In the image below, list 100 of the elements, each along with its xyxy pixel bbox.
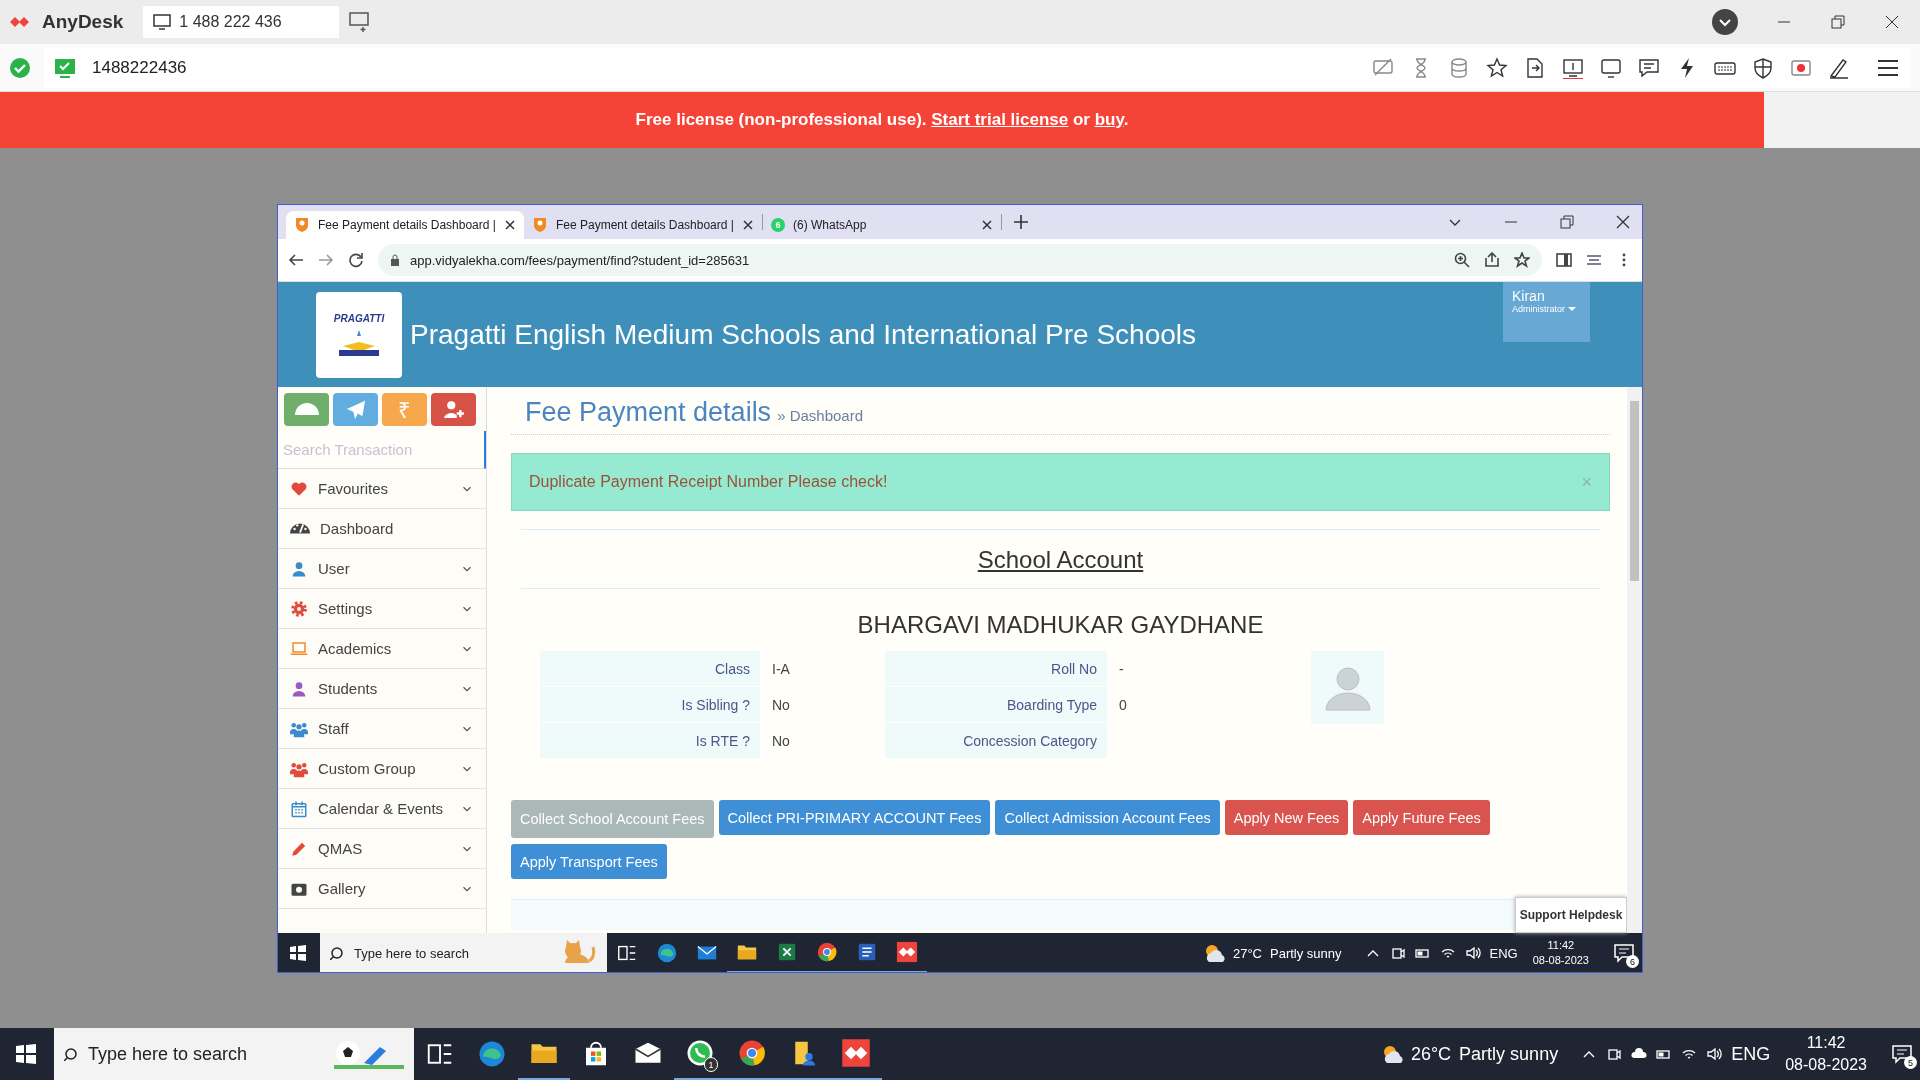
taskbar-search-field[interactable]: Type here to search [320, 933, 607, 972]
license-link[interactable]: Start trial license [931, 110, 1069, 129]
browser-tab[interactable]: Fee Payment details Dashboard | [524, 211, 762, 239]
close-icon[interactable] [1884, 14, 1900, 30]
scrollbar-thumb[interactable] [1630, 401, 1639, 581]
menu-item[interactable]: Gallery [278, 869, 486, 909]
license-notice: Free license (non-professional use). Start trial license or buy. [635, 110, 1129, 130]
session-tab[interactable]: 1 488 222 436 [143, 6, 340, 38]
field-value: - [1118, 659, 1125, 679]
side-panel-icon[interactable] [1556, 252, 1572, 268]
dashboard-button[interactable] [284, 392, 329, 426]
menu-item[interactable]: Favourites [278, 469, 486, 509]
screen-select-icon[interactable] [1562, 56, 1584, 79]
temperature: 26°C [1410, 1043, 1452, 1065]
taskbar-search-field[interactable]: Type here to search [54, 1028, 414, 1080]
browser-tab[interactable]: Fee Payment details Dashboard | [286, 211, 524, 239]
calendar-icon [290, 799, 308, 818]
field-value: No [771, 695, 791, 715]
menu-item[interactable]: Calendar & Events [278, 789, 486, 829]
back-icon[interactable] [288, 252, 304, 268]
menu-item[interactable]: User [278, 549, 486, 589]
clock-date: 08-08-2023 [1785, 1055, 1867, 1075]
remote-monitor-icon [54, 57, 76, 78]
breadcrumb-link[interactable]: » Dashboard [777, 407, 864, 424]
gauge-icon [294, 403, 319, 415]
dashboard-gauge-icon [290, 523, 310, 534]
close-icon[interactable] [742, 219, 754, 231]
clock-date: 08-08-2023 [1532, 953, 1589, 968]
fee-button[interactable]: Apply New Fees [1224, 800, 1349, 835]
shield-logo-icon [532, 217, 548, 233]
notification-count: 5 [1904, 1056, 1917, 1069]
menu-item[interactable]: Custom Group [278, 749, 486, 789]
add-user-icon [442, 399, 465, 419]
language-indicator[interactable]: ENG [1731, 1043, 1771, 1065]
speaker-icon[interactable] [1706, 1046, 1723, 1062]
star-icon[interactable] [1486, 56, 1508, 79]
extension-icon[interactable] [1586, 252, 1602, 268]
field-label: Is Sibling ? [540, 687, 760, 722]
support-helpdesk-button[interactable]: Support Helpdesk [1515, 897, 1627, 933]
menu-item[interactable]: Staff [278, 709, 486, 749]
document-icon [856, 941, 878, 963]
database-icon[interactable] [1448, 56, 1470, 79]
browser-tab[interactable]: 6 (6) WhatsApp [763, 211, 1001, 239]
school-name: Pragatti English Medium Schools and International Pre Schools [410, 318, 1196, 351]
alert-message: Duplicate Payment Receipt Number Please check! [529, 473, 888, 491]
file-transfer-icon[interactable] [1524, 56, 1546, 79]
share-icon[interactable] [1484, 252, 1500, 268]
chat-icon[interactable] [1638, 56, 1660, 79]
search-icon [330, 946, 344, 960]
reload-icon[interactable] [348, 252, 364, 268]
speaker-icon[interactable] [1464, 945, 1481, 961]
whatsapp-badge: 6 [771, 218, 785, 232]
forward-icon[interactable] [318, 252, 334, 268]
temperature: 27°C [1232, 945, 1262, 961]
meet-now-icon[interactable] [1606, 1046, 1623, 1062]
laptop-icon [290, 639, 308, 658]
zoom-icon[interactable] [1454, 252, 1470, 268]
pen-icon[interactable] [1828, 56, 1850, 79]
restore-icon[interactable] [1560, 215, 1574, 229]
menu-item[interactable]: Students [278, 669, 486, 709]
close-icon[interactable] [504, 219, 516, 231]
add-user-button[interactable] [431, 392, 476, 426]
menu-item[interactable]: Settings [278, 589, 486, 629]
shield-logo-icon [294, 217, 310, 233]
monitor-icon[interactable] [1600, 56, 1622, 79]
shield-icon[interactable] [1752, 56, 1774, 79]
spreadsheet-icon [776, 941, 798, 963]
student-name: BHARGAVI MADHUKAR GAYDHANE [856, 610, 1265, 640]
field-label: Concession Category [885, 723, 1107, 758]
remote-desktop-icon [841, 1038, 871, 1068]
clock-time: 11:42 [1806, 1033, 1846, 1054]
field-value: No [771, 731, 791, 751]
fee-button[interactable]: Apply Future Fees [1353, 800, 1490, 835]
license-link[interactable]: buy [1094, 110, 1124, 129]
user-icon [290, 559, 308, 578]
menu-item[interactable]: Academics [278, 629, 486, 669]
account-title: School Account [977, 546, 1144, 573]
field-value: I-A [771, 659, 791, 679]
restore-icon[interactable] [1830, 14, 1846, 30]
windows-start-icon[interactable] [290, 945, 306, 961]
menu-item[interactable]: Dashboard [278, 509, 486, 549]
close-icon[interactable] [1616, 215, 1630, 229]
notification-icon[interactable] [1892, 1044, 1912, 1064]
language-indicator[interactable]: ENG [1489, 945, 1518, 961]
new-tab-icon[interactable] [1014, 215, 1028, 229]
menu-item[interactable]: QMAS [278, 829, 486, 869]
lock-icon [390, 254, 400, 266]
clock-time: 11:42 [1547, 938, 1575, 953]
bookmark-star-icon[interactable] [1514, 252, 1530, 268]
chrome-browser-icon [816, 941, 838, 963]
account-icon[interactable] [1712, 9, 1738, 35]
search-icon [64, 1047, 78, 1061]
taskbar-app-button[interactable]: 1 [674, 1028, 726, 1080]
address-bar[interactable]: app.vidyalekha.com/fees/payment/find?student_id=285631 [378, 244, 1542, 276]
meet-now-icon[interactable] [1389, 945, 1406, 961]
close-icon[interactable] [981, 219, 993, 231]
windows-start-icon[interactable] [16, 1044, 36, 1064]
notification-icon[interactable] [1614, 943, 1634, 963]
new-session-icon [349, 11, 370, 33]
remote-desktop-icon [896, 941, 918, 963]
